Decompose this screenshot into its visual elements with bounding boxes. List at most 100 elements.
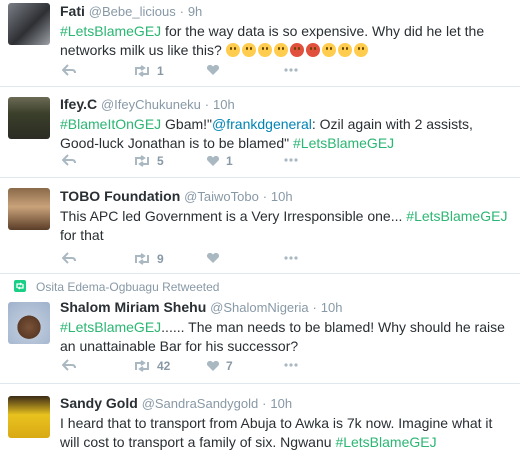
reply-icon (62, 154, 76, 166)
reply-button[interactable] (62, 64, 76, 76)
more-button[interactable] (284, 363, 298, 367)
emoji-row (225, 42, 370, 58)
emoji-icon (337, 43, 352, 57)
hashtag-link[interactable]: #BlameItOnGEJ (60, 116, 161, 132)
hashtag-link[interactable]: #LetsBlameGEJ (406, 208, 507, 224)
user-fullname[interactable]: Shalom Miriam Shehu (60, 299, 206, 315)
tweet-header: TOBO Foundation @TaiwoTobo · 10h (60, 187, 512, 206)
tweet-text: I heard that to transport from Abuja to … (60, 414, 512, 452)
separator-dot: · (262, 189, 268, 204)
tweet-text-body: This APC led Government is a Very Irresp… (60, 208, 407, 224)
more-button[interactable] (284, 158, 298, 162)
retweet-icon (135, 360, 149, 372)
user-fullname[interactable]: TOBO Foundation (60, 188, 180, 204)
user-fullname[interactable]: Fati (60, 3, 85, 19)
tweet-header: Fati @Bebe_licious · 9h (60, 2, 512, 21)
retweet-count: 9 (157, 252, 164, 266)
emoji-icon (289, 43, 304, 57)
avatar[interactable] (8, 302, 50, 344)
tweet-text: #BlameItOnGEJ Gbam!"@frankdgeneral: Ozil… (60, 115, 512, 153)
tweet-item[interactable]: Fati @Bebe_licious · 9h #LetsBlameGEJ fo… (0, 0, 520, 87)
reply-icon (62, 359, 76, 371)
emoji-icon (273, 43, 288, 57)
tweet-text-body: Gbam!" (161, 116, 213, 132)
retweet-icon (135, 65, 149, 77)
avatar[interactable] (8, 3, 50, 45)
user-handle[interactable]: @IfeyChukuneku (101, 97, 201, 112)
retweet-count: 1 (157, 64, 164, 78)
hashtag-link[interactable]: #LetsBlameGEJ (335, 434, 436, 450)
retweeted-icon (14, 280, 26, 292)
tweet-timeline: Fati @Bebe_licious · 9h #LetsBlameGEJ fo… (0, 0, 520, 455)
more-button[interactable] (284, 256, 298, 260)
tweet-timestamp[interactable]: 9h (188, 4, 202, 19)
heart-icon (206, 155, 220, 166)
tweet-timestamp[interactable]: 10h (321, 300, 343, 315)
more-icon (284, 158, 298, 162)
reply-icon (62, 64, 76, 76)
retweet-button[interactable]: 1 (133, 64, 164, 78)
tweet-timestamp[interactable]: 10h (213, 97, 235, 112)
reply-button[interactable] (62, 154, 76, 166)
like-count: 1 (226, 154, 233, 168)
emoji-icon (321, 43, 336, 57)
user-handle[interactable]: @Bebe_licious (89, 4, 176, 19)
reply-icon (62, 252, 76, 264)
reply-button[interactable] (62, 359, 76, 371)
separator-dot: · (312, 300, 317, 315)
emoji-icon (257, 43, 272, 57)
tweet-item[interactable]: Osita Edema-Ogbuagu Retweeted Shalom Mir… (0, 274, 520, 384)
user-fullname[interactable]: Sandy Gold (60, 395, 138, 411)
emoji-icon (353, 43, 368, 57)
more-icon (284, 68, 298, 72)
like-button[interactable]: 1 (206, 154, 233, 168)
user-handle[interactable]: @ShalomNigeria (210, 300, 308, 315)
retweet-button[interactable]: 5 (133, 154, 164, 168)
like-button[interactable] (206, 252, 226, 264)
tweet-header: Sandy Gold @SandraSandygold · 10h (60, 394, 512, 413)
tweet-text: This APC led Government is a Very Irresp… (60, 207, 512, 245)
avatar[interactable] (8, 188, 50, 230)
heart-icon (206, 252, 220, 263)
heart-icon (206, 360, 220, 371)
heart-icon (206, 64, 220, 75)
retweet-context: Osita Edema-Ogbuagu Retweeted (14, 280, 219, 294)
tweet-header: Shalom Miriam Shehu @ShalomNigeria · 10h (60, 298, 512, 317)
like-button[interactable] (206, 64, 226, 76)
emoji-icon (225, 43, 240, 57)
more-button[interactable] (284, 68, 298, 72)
like-count: 7 (226, 359, 233, 373)
user-handle[interactable]: @SandraSandygold (142, 396, 259, 411)
user-handle[interactable]: @TaiwoTobo (184, 189, 259, 204)
hashtag-link[interactable]: #LetsBlameGEJ (60, 319, 161, 335)
more-icon (284, 363, 298, 367)
tweet-text: #LetsBlameGEJ for the way data is so exp… (60, 22, 512, 60)
tweet-item[interactable]: TOBO Foundation @TaiwoTobo · 10h This AP… (0, 178, 520, 274)
user-fullname[interactable]: Ifey.C (60, 96, 97, 112)
reply-button[interactable] (62, 252, 76, 264)
tweet-header: Ifey.C @IfeyChukuneku · 10h (60, 95, 512, 114)
tweet-text-body: for that (60, 227, 104, 243)
hashtag-link[interactable]: #LetsBlameGEJ (293, 135, 394, 151)
tweet-timestamp[interactable]: 10h (271, 189, 293, 204)
separator-dot: · (204, 97, 210, 112)
emoji-icon (241, 43, 256, 57)
tweet-item[interactable]: Ifey.C @IfeyChukuneku · 10h #BlameItOnGE… (0, 87, 520, 178)
retweet-icon (135, 155, 149, 167)
mention-link[interactable]: @frankdgeneral (212, 116, 312, 132)
avatar[interactable] (8, 97, 50, 139)
emoji-icon (305, 43, 320, 57)
hashtag-link[interactable]: #LetsBlameGEJ (60, 23, 161, 39)
retweet-count: 42 (157, 359, 171, 373)
tweet-text: #LetsBlameGEJ...... The man needs to be … (60, 318, 512, 356)
retweet-icon (135, 253, 149, 265)
separator-dot: · (179, 4, 184, 19)
retweet-button[interactable]: 9 (133, 252, 164, 266)
tweet-timestamp[interactable]: 10h (270, 396, 292, 411)
retweet-button[interactable]: 42 (133, 359, 170, 373)
like-button[interactable]: 7 (206, 359, 233, 373)
avatar[interactable] (8, 396, 50, 438)
tweet-item[interactable]: Sandy Gold @SandraSandygold · 10h I hear… (0, 384, 520, 455)
retweet-context-label[interactable]: Osita Edema-Ogbuagu Retweeted (36, 280, 219, 294)
more-icon (284, 256, 298, 260)
